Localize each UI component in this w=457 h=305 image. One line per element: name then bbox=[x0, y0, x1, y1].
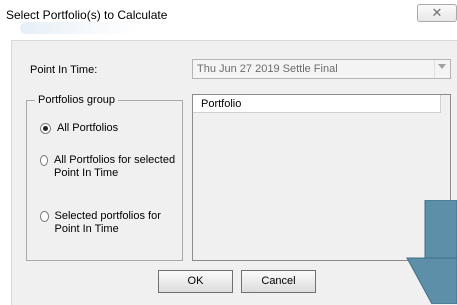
portfolio-column-header-label: Portfolio bbox=[201, 98, 242, 110]
dialog-title: Select Portfolio(s) to Calculate bbox=[6, 8, 168, 22]
portfolio-column-header[interactable]: Portfolio bbox=[193, 95, 441, 113]
radio-selected-portfolios-pit[interactable]: Selected portfolios for Point In Time bbox=[40, 210, 180, 236]
select-portfolios-dialog: Select Portfolio(s) to Calculate ✕ Point… bbox=[0, 0, 457, 305]
ok-button[interactable]: OK bbox=[158, 270, 233, 293]
radio-label: Selected portfolios for Point In Time bbox=[54, 210, 161, 235]
radio-all-portfolios[interactable]: All Portfolios bbox=[40, 122, 118, 135]
close-icon: ✕ bbox=[431, 5, 443, 20]
title-bar: Select Portfolio(s) to Calculate ✕ bbox=[0, 0, 457, 34]
radio-label: All Portfolios bbox=[57, 122, 119, 134]
radio-button[interactable] bbox=[40, 155, 49, 166]
close-button[interactable]: ✕ bbox=[417, 4, 457, 22]
radio-button[interactable] bbox=[40, 211, 49, 222]
blurred-background-fragment bbox=[20, 22, 140, 34]
annotation-arrow-icon bbox=[406, 200, 457, 304]
point-in-time-label: Point In Time: bbox=[30, 64, 98, 76]
radio-button-checked[interactable] bbox=[40, 123, 51, 134]
point-in-time-value: Thu Jun 27 2019 Settle Final bbox=[197, 63, 338, 75]
portfolios-group-legend: Portfolios group bbox=[35, 94, 119, 106]
point-in-time-dropdown[interactable]: Thu Jun 27 2019 Settle Final bbox=[192, 59, 451, 79]
radio-label: All Portfolios for selected Point In Tim… bbox=[54, 154, 176, 179]
radio-all-portfolios-selected-pit[interactable]: All Portfolios for selected Point In Tim… bbox=[40, 154, 180, 180]
chevron-down-icon bbox=[438, 64, 446, 69]
cancel-button[interactable]: Cancel bbox=[241, 270, 316, 293]
dropdown-arrow-button[interactable] bbox=[434, 60, 450, 78]
